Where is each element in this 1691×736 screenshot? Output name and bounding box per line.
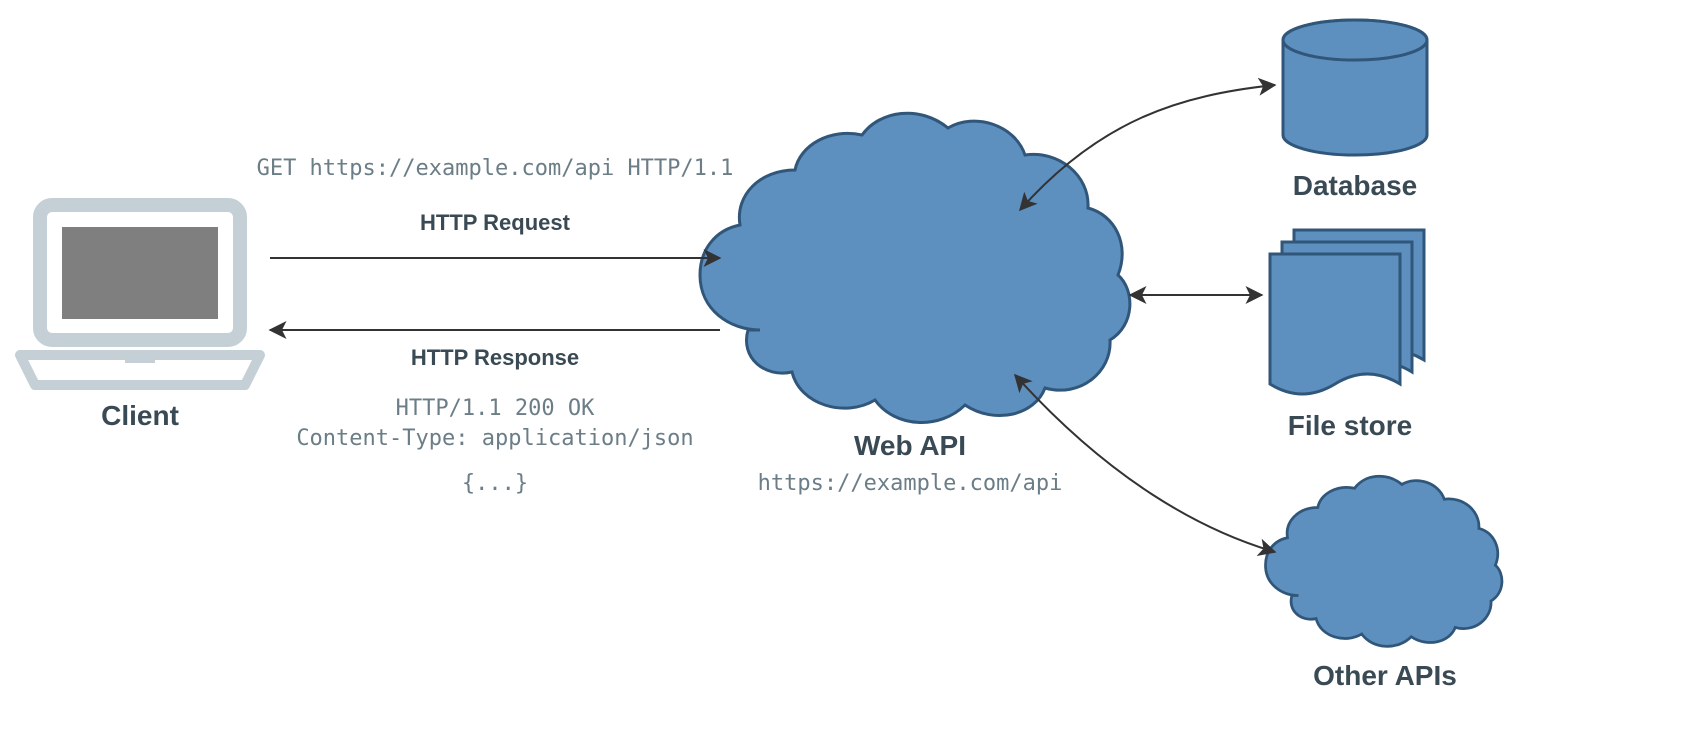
otherapis-node xyxy=(1266,476,1502,646)
response-label: HTTP Response xyxy=(411,345,579,370)
arrow-webapi-otherapis xyxy=(1015,375,1275,552)
filestore-label: File store xyxy=(1288,410,1412,441)
webapi-label: Web API xyxy=(854,430,966,461)
response-content-type: Content-Type: application/json xyxy=(296,426,693,451)
webapi-node xyxy=(700,113,1130,422)
client-node xyxy=(20,205,260,385)
webapi-url: https://example.com/api xyxy=(758,471,1063,496)
architecture-diagram: Client Web API https://example.com/api D… xyxy=(0,0,1691,736)
response-status: HTTP/1.1 200 OK xyxy=(396,396,595,421)
database-node xyxy=(1283,20,1427,155)
response-body: {...} xyxy=(462,471,528,496)
database-label: Database xyxy=(1293,170,1418,201)
otherapis-label: Other APIs xyxy=(1313,660,1457,691)
request-line: GET https://example.com/api HTTP/1.1 xyxy=(257,156,734,181)
filestore-node xyxy=(1270,230,1424,394)
client-label: Client xyxy=(101,400,179,431)
request-label: HTTP Request xyxy=(420,210,571,235)
